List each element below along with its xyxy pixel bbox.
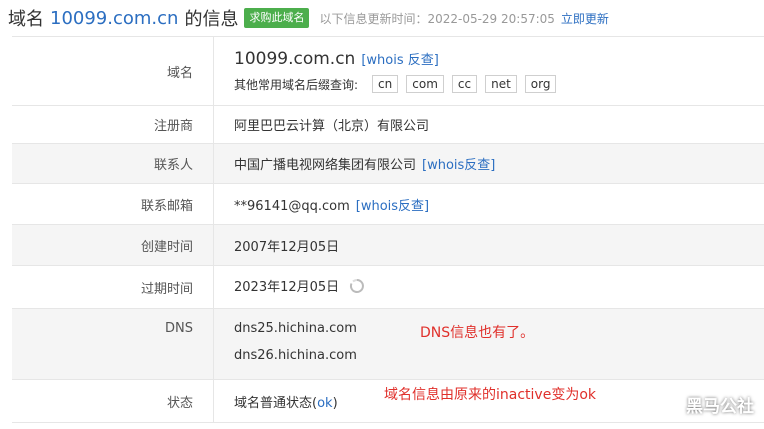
header-suffix: 的信息 <box>184 9 239 30</box>
row-created: 创建时间 2007年12月05日 <box>12 225 764 266</box>
row-value: 域名普通状态(ok) <box>214 380 338 422</box>
domain-value: 10099.com.cn <box>234 49 356 69</box>
suffix-org-button[interactable]: org <box>524 75 557 93</box>
header-domain[interactable]: 10099.com.cn <box>50 8 178 29</box>
row-registrar: 注册商 阿里巴巴云计算（北京）有限公司 <box>12 106 764 144</box>
row-label: 联系邮箱 <box>12 184 214 224</box>
dns-server: dns26.hichina.com <box>234 348 357 363</box>
whois-link[interactable]: [whois 反查] <box>361 53 439 68</box>
suffix-cc-button[interactable]: cc <box>451 75 478 93</box>
created-value: 2007年12月05日 <box>234 239 340 255</box>
dns-annotation: DNS信息也有了。 <box>420 325 535 341</box>
email-value: **96141@qq.com <box>234 198 350 214</box>
header-prefix: 域名 <box>8 9 44 30</box>
row-label: 过期时间 <box>12 266 214 308</box>
row-label: 创建时间 <box>12 225 214 265</box>
row-dns: DNS dns25.hichina.com dns26.hichina.com <box>12 309 764 380</box>
status-value: 域名普通状态( <box>234 395 318 411</box>
status-ok-link[interactable]: ok <box>317 396 332 411</box>
status-annotation: 域名信息由原来的inactive变为ok <box>384 387 596 403</box>
contact-value: 中国广播电视网络集团有限公司 <box>234 158 417 173</box>
expires-value: 2023年12月05日 <box>234 280 340 296</box>
row-contact: 联系人 中国广播电视网络集团有限公司 [whois反查] <box>12 144 764 184</box>
buy-domain-button[interactable]: 求购此域名 <box>244 8 310 28</box>
row-email: 联系邮箱 **96141@qq.com [whois反查] <box>12 184 764 225</box>
row-domain: 域名 10099.com.cn [whois 反查] 其他常用域名后缀查询: cn… <box>12 37 764 106</box>
row-value: 2023年12月05日 <box>214 266 365 308</box>
whois-table: 域名 10099.com.cn [whois 反查] 其他常用域名后缀查询: cn… <box>12 36 764 423</box>
update-time-text: 以下信息更新时间：2022-05-29 20:57:05 <box>319 11 555 26</box>
row-label: 状态 <box>12 380 214 422</box>
suffix-cn-button[interactable]: cn <box>372 75 399 93</box>
suffix-net-button[interactable]: net <box>485 75 517 93</box>
row-value: 中国广播电视网络集团有限公司 [whois反查] <box>214 144 495 183</box>
suffix-label: 其他常用域名后缀查询: <box>234 77 359 92</box>
row-label: 域名 <box>12 37 214 105</box>
suffix-line: 其他常用域名后缀查询: cn com cc net org <box>234 75 564 93</box>
row-expires: 过期时间 2023年12月05日 <box>12 266 764 309</box>
email-whois-link[interactable]: [whois反查] <box>356 199 429 214</box>
row-label: 注册商 <box>12 106 214 143</box>
row-value: 10099.com.cn [whois 反查] 其他常用域名后缀查询: cn co… <box>214 37 564 105</box>
status-close: ) <box>332 395 338 411</box>
row-label: 联系人 <box>12 144 214 183</box>
refresh-icon[interactable] <box>349 278 365 298</box>
suffix-com-button[interactable]: com <box>406 75 444 93</box>
page-header: 域名 10099.com.cn 的信息 求购此域名 以下信息更新时间：2022-… <box>0 0 764 36</box>
registrar-value: 阿里巴巴云计算（北京）有限公司 <box>234 119 430 134</box>
contact-whois-link[interactable]: [whois反查] <box>422 158 495 173</box>
row-value: dns25.hichina.com dns26.hichina.com <box>214 309 357 379</box>
watermark: 黑马公社 <box>686 397 754 417</box>
row-value: **96141@qq.com [whois反查] <box>214 184 429 224</box>
update-now-link[interactable]: 立即更新 <box>561 10 609 27</box>
dns-server: dns25.hichina.com <box>234 321 357 336</box>
row-label: DNS <box>12 309 214 379</box>
